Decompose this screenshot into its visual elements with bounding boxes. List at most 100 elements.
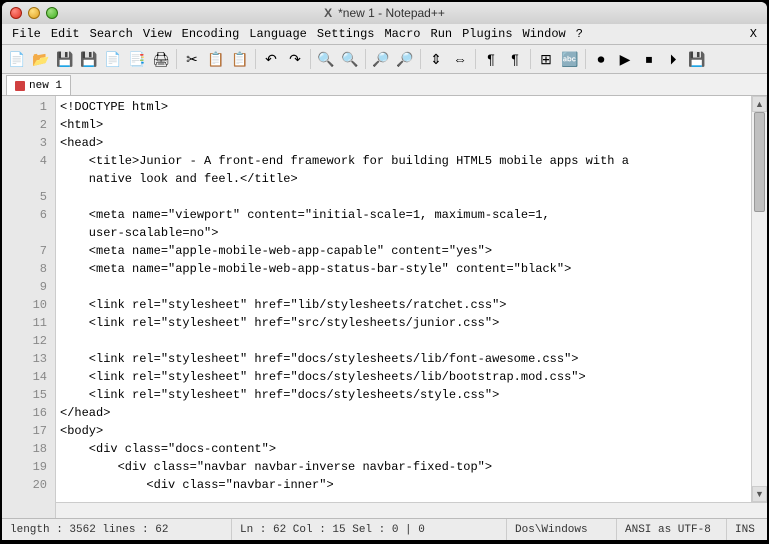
new-file-icon[interactable]: 📄 [6,48,28,70]
code-line[interactable]: <link rel="stylesheet" href="docs/styles… [60,368,763,386]
undo-icon[interactable]: ↶ [260,48,282,70]
status-length: length : 3562 lines : 62 [2,519,232,540]
code-line[interactable]: <link rel="stylesheet" href="docs/styles… [60,386,763,404]
close-window-button[interactable] [10,7,22,19]
line-number [2,170,47,188]
line-number: 6 [2,206,47,224]
line-number: 12 [2,332,47,350]
save-all-icon[interactable]: 💾 [78,48,100,70]
scroll-thumb[interactable] [754,112,765,212]
code-line[interactable]: <!DOCTYPE html> [60,98,763,116]
zoom-out-icon[interactable]: 🔎 [394,48,416,70]
line-number: 17 [2,422,47,440]
code-line[interactable] [60,332,763,350]
cut-icon[interactable]: ✂ [181,48,203,70]
line-number: 10 [2,296,47,314]
stop-icon[interactable]: ⏹ [638,48,660,70]
line-number: 16 [2,404,47,422]
find-icon[interactable]: 🔍 [315,48,337,70]
code-line[interactable]: <div class="navbar-inner"> [60,476,763,494]
record-icon[interactable]: ⏺ [590,48,612,70]
line-number: 18 [2,440,47,458]
code-line[interactable]: <link rel="stylesheet" href="docs/styles… [60,350,763,368]
menu-window[interactable]: Window [519,25,570,43]
code-line[interactable]: <link rel="stylesheet" href="src/stylesh… [60,314,763,332]
zoom-window-button[interactable] [46,7,58,19]
code-line[interactable]: <div class="navbar navbar-inverse navbar… [60,458,763,476]
menu-macro[interactable]: Macro [380,25,424,43]
scroll-up-icon[interactable]: ▲ [752,96,767,112]
scroll-down-icon[interactable]: ▼ [752,486,767,502]
paste-icon[interactable]: 📋 [229,48,251,70]
close-icon[interactable]: 📄 [102,48,124,70]
code-line[interactable]: native look and feel.</title> [60,170,763,188]
status-eol: Dos\Windows [507,519,617,540]
horizontal-scrollbar[interactable] [56,502,767,518]
menu-search[interactable]: Search [86,25,137,43]
open-file-icon[interactable]: 📂 [30,48,52,70]
save-macro-icon[interactable]: 💾 [686,48,708,70]
menu-edit[interactable]: Edit [47,25,84,43]
redo-icon[interactable]: ↷ [284,48,306,70]
print-icon[interactable]: 🖨 [150,48,172,70]
replace-icon[interactable]: 🔍 [339,48,361,70]
language-icon[interactable]: 🔤 [559,48,581,70]
play-icon[interactable]: ▶ [614,48,636,70]
copy-icon[interactable]: 📋 [205,48,227,70]
vertical-scrollbar[interactable]: ▲ ▼ [751,96,767,502]
code-line[interactable]: <head> [60,134,763,152]
status-encoding: ANSI as UTF-8 [617,519,727,540]
line-number: 1 [2,98,47,116]
code-line[interactable]: <meta name="viewport" content="initial-s… [60,206,763,224]
save-icon[interactable]: 💾 [54,48,76,70]
x11-icon: X [324,6,332,20]
code-line[interactable]: </head> [60,404,763,422]
line-number: 14 [2,368,47,386]
sync-h-icon[interactable]: ⇔ [449,48,471,70]
all-chars-icon[interactable]: ¶ [504,48,526,70]
status-position: Ln : 62 Col : 15 Sel : 0 | 0 [232,519,507,540]
tab-modified-icon [15,81,25,91]
code-line[interactable]: <link rel="stylesheet" href="lib/stylesh… [60,296,763,314]
menu-plugins[interactable]: Plugins [458,25,516,43]
line-number: 19 [2,458,47,476]
toolbar: 📄📂💾💾📄📑🖨✂📋📋↶↷🔍🔍🔎🔎⇕⇔¶¶⊞🔤⏺▶⏹⏵💾 [2,44,767,74]
menu-file[interactable]: File [8,25,45,43]
code-area[interactable]: <!DOCTYPE html><html><head> <title>Junio… [56,96,767,518]
code-line[interactable]: <div class="docs-content"> [60,440,763,458]
code-line[interactable]: <meta name="apple-mobile-web-app-status-… [60,260,763,278]
minimize-window-button[interactable] [28,7,40,19]
menu-x[interactable]: X [746,25,761,43]
line-number: 8 [2,260,47,278]
document-tab[interactable]: new 1 [6,75,71,95]
sync-v-icon[interactable]: ⇕ [425,48,447,70]
code-line[interactable]: <title>Junior - A front-end framework fo… [60,152,763,170]
playback-icon[interactable]: ⏵ [662,48,684,70]
tabbar: new 1 [2,74,767,96]
window-title-text: *new 1 - Notepad++ [338,6,445,20]
code-line[interactable]: <html> [60,116,763,134]
menu-run[interactable]: Run [427,25,457,43]
line-number: 11 [2,314,47,332]
code-line[interactable]: <meta name="apple-mobile-web-app-capable… [60,242,763,260]
line-number: 9 [2,278,47,296]
menu-language[interactable]: Language [245,25,311,43]
menu-encoding[interactable]: Encoding [178,25,244,43]
zoom-in-icon[interactable]: 🔎 [370,48,392,70]
code-line[interactable]: user-scalable=no"> [60,224,763,242]
line-number: 3 [2,134,47,152]
code-line[interactable] [60,278,763,296]
code-line[interactable]: <body> [60,422,763,440]
indent-guide-icon[interactable]: ⊞ [535,48,557,70]
close-all-icon[interactable]: 📑 [126,48,148,70]
menu-help[interactable]: ? [572,25,587,43]
line-number [2,224,47,242]
wrap-icon[interactable]: ¶ [480,48,502,70]
titlebar[interactable]: X *new 1 - Notepad++ [2,2,767,24]
editor: 1234567891011121314151617181920 <!DOCTYP… [2,96,767,518]
menu-settings[interactable]: Settings [313,25,379,43]
code-line[interactable] [60,188,763,206]
window-title: X *new 1 - Notepad++ [324,6,445,20]
tab-label: new 1 [29,80,62,92]
menu-view[interactable]: View [139,25,176,43]
